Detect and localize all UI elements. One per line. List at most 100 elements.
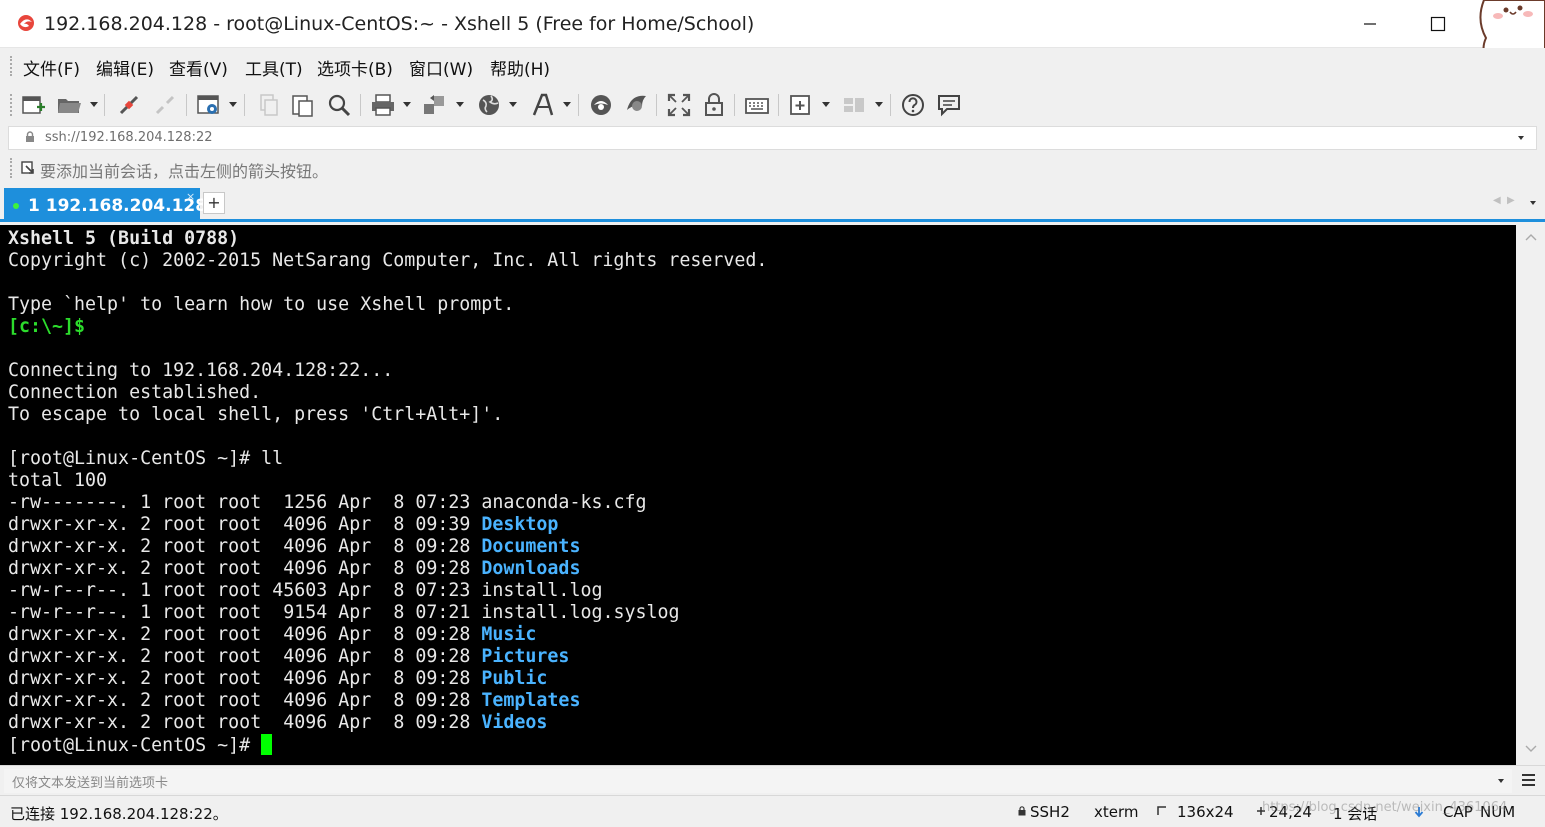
file-size: 4096	[272, 668, 328, 689]
tab-label[interactable]: 1 192.168.204.128	[28, 196, 207, 216]
file-owner: root	[162, 690, 207, 711]
help-icon[interactable]	[900, 92, 926, 118]
file-month: Apr	[338, 690, 372, 711]
file-group: root	[217, 646, 262, 667]
terminal-output[interactable]: Xshell 5 (Build 0788) Copyright (c) 2002…	[0, 225, 1516, 765]
file-day: 8	[382, 492, 405, 513]
properties-icon[interactable]	[196, 92, 222, 118]
print-icon[interactable]	[370, 92, 396, 118]
file-name: install.log.syslog	[481, 602, 680, 623]
address-bar[interactable]: ssh://192.168.204.128:22	[8, 126, 1537, 150]
file-permissions: drwxr-xr-x.	[8, 536, 130, 557]
fullscreen-icon[interactable]	[666, 92, 692, 118]
terminal-scrollbar[interactable]	[1516, 225, 1545, 765]
font-icon[interactable]	[530, 92, 556, 118]
properties-dropdown-arrow[interactable]	[229, 102, 237, 107]
menu-tools[interactable]: 工具(T)	[245, 55, 303, 80]
toolbar-separator	[578, 94, 579, 116]
address-dropdown-arrow[interactable]	[1518, 136, 1524, 140]
find-icon[interactable]	[326, 92, 352, 118]
add-session-arrow-icon[interactable]	[20, 160, 36, 176]
compose-dropdown-arrow[interactable]	[1498, 779, 1504, 783]
file-time: 09:28	[415, 712, 471, 733]
transfer-dropdown-arrow[interactable]	[456, 102, 464, 107]
file-permissions: drwxr-xr-x.	[8, 514, 130, 535]
compose-input[interactable]	[4, 769, 1512, 793]
directory-name: Music	[481, 624, 537, 645]
layout-icon[interactable]	[842, 92, 868, 118]
minimize-button[interactable]	[1350, 8, 1390, 40]
add-tab-button[interactable]: +	[203, 192, 225, 214]
hint-grip	[10, 158, 13, 178]
file-group: root	[217, 624, 262, 645]
tab-session-1[interactable]: 1 192.168.204.128 ×	[4, 188, 207, 222]
menu-view[interactable]: 查看(V)	[169, 55, 228, 80]
disconnect-icon[interactable]	[152, 92, 178, 118]
new-tab-dropdown-arrow[interactable]	[822, 102, 830, 107]
file-owner: root	[162, 558, 207, 579]
listing-row: drwxr-xr-x. 2 root root 4096 Apr 8 09:28…	[8, 668, 1508, 690]
xftp-icon[interactable]	[588, 92, 614, 118]
chat-icon[interactable]	[936, 92, 962, 118]
menu-file[interactable]: 文件(F)	[23, 55, 80, 80]
new-session-icon[interactable]	[20, 92, 46, 118]
listing-row: drwxr-xr-x. 2 root root 4096 Apr 8 09:28…	[8, 558, 1508, 580]
menu-tabs[interactable]: 选项卡(B)	[317, 55, 393, 80]
tab-bar: 1 192.168.204.128 × + ◀ ▶	[0, 184, 1545, 222]
scroll-down-icon[interactable]	[1525, 745, 1537, 753]
open-folder-icon[interactable]	[56, 92, 82, 118]
directory-name: Templates	[481, 690, 581, 711]
file-month: Apr	[338, 668, 372, 689]
file-day: 8	[382, 514, 405, 535]
title-bar: 192.168.204.128 - root@Linux-CentOS:~ - …	[0, 0, 1545, 105]
listing-row: -rw-r--r--. 1 root root 9154 Apr 8 07:21…	[8, 602, 1508, 624]
menu-window[interactable]: 窗口(W)	[409, 55, 473, 80]
globe-dropdown-arrow[interactable]	[509, 102, 517, 107]
terminal-line: To escape to local shell, press 'Ctrl+Al…	[8, 404, 504, 425]
file-permissions: -rw-r--r--.	[8, 602, 130, 623]
link-count: 2	[140, 690, 152, 711]
font-dropdown-arrow[interactable]	[563, 102, 571, 107]
xmanager-icon[interactable]	[623, 92, 649, 118]
listing-row: drwxr-xr-x. 2 root root 4096 Apr 8 09:28…	[8, 646, 1508, 668]
file-permissions: drwxr-xr-x.	[8, 668, 130, 689]
connect-icon[interactable]	[116, 92, 142, 118]
file-size: 4096	[272, 558, 328, 579]
new-tab-icon[interactable]	[788, 92, 814, 118]
paste-icon[interactable]	[290, 92, 316, 118]
tab-scroll-right-icon[interactable]: ▶	[1507, 195, 1515, 206]
link-count: 2	[140, 646, 152, 667]
file-day: 8	[382, 668, 405, 689]
tab-list-dropdown-arrow[interactable]	[1530, 201, 1536, 205]
file-day: 8	[382, 712, 405, 733]
compose-menu-icon[interactable]	[1522, 774, 1535, 786]
layout-dropdown-arrow[interactable]	[875, 102, 883, 107]
listing-row: drwxr-xr-x. 2 root root 4096 Apr 8 09:28…	[8, 536, 1508, 558]
menu-edit[interactable]: 编辑(E)	[96, 55, 154, 80]
file-permissions: drwxr-xr-x.	[8, 690, 130, 711]
link-count: 2	[140, 668, 152, 689]
link-count: 2	[140, 514, 152, 535]
ssh-lock-icon	[1018, 806, 1026, 816]
tab-close-icon[interactable]: ×	[186, 190, 195, 203]
toolbar-separator	[890, 94, 891, 116]
file-size: 45603	[272, 580, 328, 601]
globe-icon[interactable]	[476, 92, 502, 118]
maximize-button[interactable]	[1418, 8, 1458, 40]
address-input[interactable]: ssh://192.168.204.128:22	[45, 130, 213, 145]
menu-help[interactable]: 帮助(H)	[490, 55, 550, 80]
transfer-icon[interactable]	[422, 92, 448, 118]
file-permissions: -rw-r--r--.	[8, 580, 130, 601]
terminal-size-status: 136x24	[1177, 803, 1234, 821]
lock-icon[interactable]	[701, 92, 727, 118]
print-dropdown-arrow[interactable]	[403, 102, 411, 107]
copy-icon[interactable]	[256, 92, 282, 118]
file-owner: root	[162, 668, 207, 689]
keyboard-icon[interactable]	[744, 92, 770, 118]
file-month: Apr	[338, 536, 372, 557]
tab-scroll-left-icon[interactable]: ◀	[1493, 195, 1501, 206]
scroll-up-icon[interactable]	[1525, 233, 1537, 241]
file-size: 1256	[272, 492, 328, 513]
open-dropdown-arrow[interactable]	[90, 102, 98, 107]
